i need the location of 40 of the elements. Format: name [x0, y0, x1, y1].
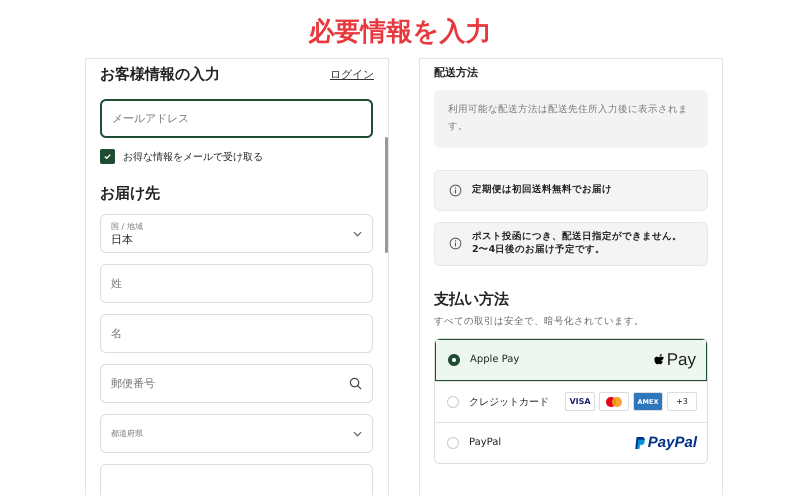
notice-text: 定期便は初回送料無料でお届け [472, 184, 612, 197]
chevron-down-icon [353, 230, 362, 236]
placeholder-text: 郵便番号 [111, 376, 155, 391]
payment-option[interactable]: PayPal PayPal [435, 422, 707, 463]
radio-button[interactable] [448, 354, 460, 366]
input-field[interactable]: 名 [100, 314, 373, 353]
logo-text: Pay [666, 350, 696, 370]
scrollbar[interactable] [385, 137, 388, 253]
checkbox[interactable] [100, 149, 115, 164]
logo-text: PayPal [648, 434, 697, 452]
input-field[interactable]: 姓 [100, 264, 373, 303]
paypal-icon [634, 434, 646, 451]
info-icon [449, 237, 462, 250]
select-field[interactable]: 都道府県 [100, 414, 373, 453]
chevron-down-icon [353, 430, 362, 436]
field-label: 都道府県 [111, 428, 143, 439]
mastercard-icon [599, 392, 629, 412]
apple-icon [654, 352, 666, 367]
search-icon [349, 377, 362, 390]
more-cards-badge: +3 [667, 392, 697, 412]
section-heading: お届け先 [100, 184, 161, 203]
info-icon [449, 184, 462, 197]
section-heading: お客様情報の入力 [100, 64, 220, 84]
section-heading: 支払い方法 [434, 290, 510, 309]
shipping-note: 利用可能な配送方法は配送先住所入力後に表示されます。 [434, 90, 708, 148]
input-field[interactable] [100, 464, 373, 495]
field-label: 国 / 地域 [111, 220, 143, 232]
checkmark-icon [103, 152, 112, 161]
card-logo: VISA [565, 392, 595, 412]
field-value: 日本 [111, 232, 134, 246]
select-field[interactable]: 国 / 地域 日本 [100, 214, 373, 253]
payment-subtitle: すべての取引は安全で、暗号化されています。 [434, 314, 645, 328]
payment-option[interactable]: Apple Pay Pay [435, 338, 707, 381]
login-link[interactable]: ログイン [330, 66, 374, 82]
email-field[interactable]: メールアドレス [100, 99, 373, 138]
page-title: 必要情報を入力 [307, 16, 492, 49]
notice-text: ポスト投函につき、配送日指定ができません。 2〜4日後のお届け予定です。 [472, 231, 682, 257]
postal-code-field[interactable]: 郵便番号 [100, 364, 373, 403]
checkbox-label: お得な情報をメールで受け取る [123, 150, 263, 164]
section-heading: 配送方法 [434, 65, 479, 80]
